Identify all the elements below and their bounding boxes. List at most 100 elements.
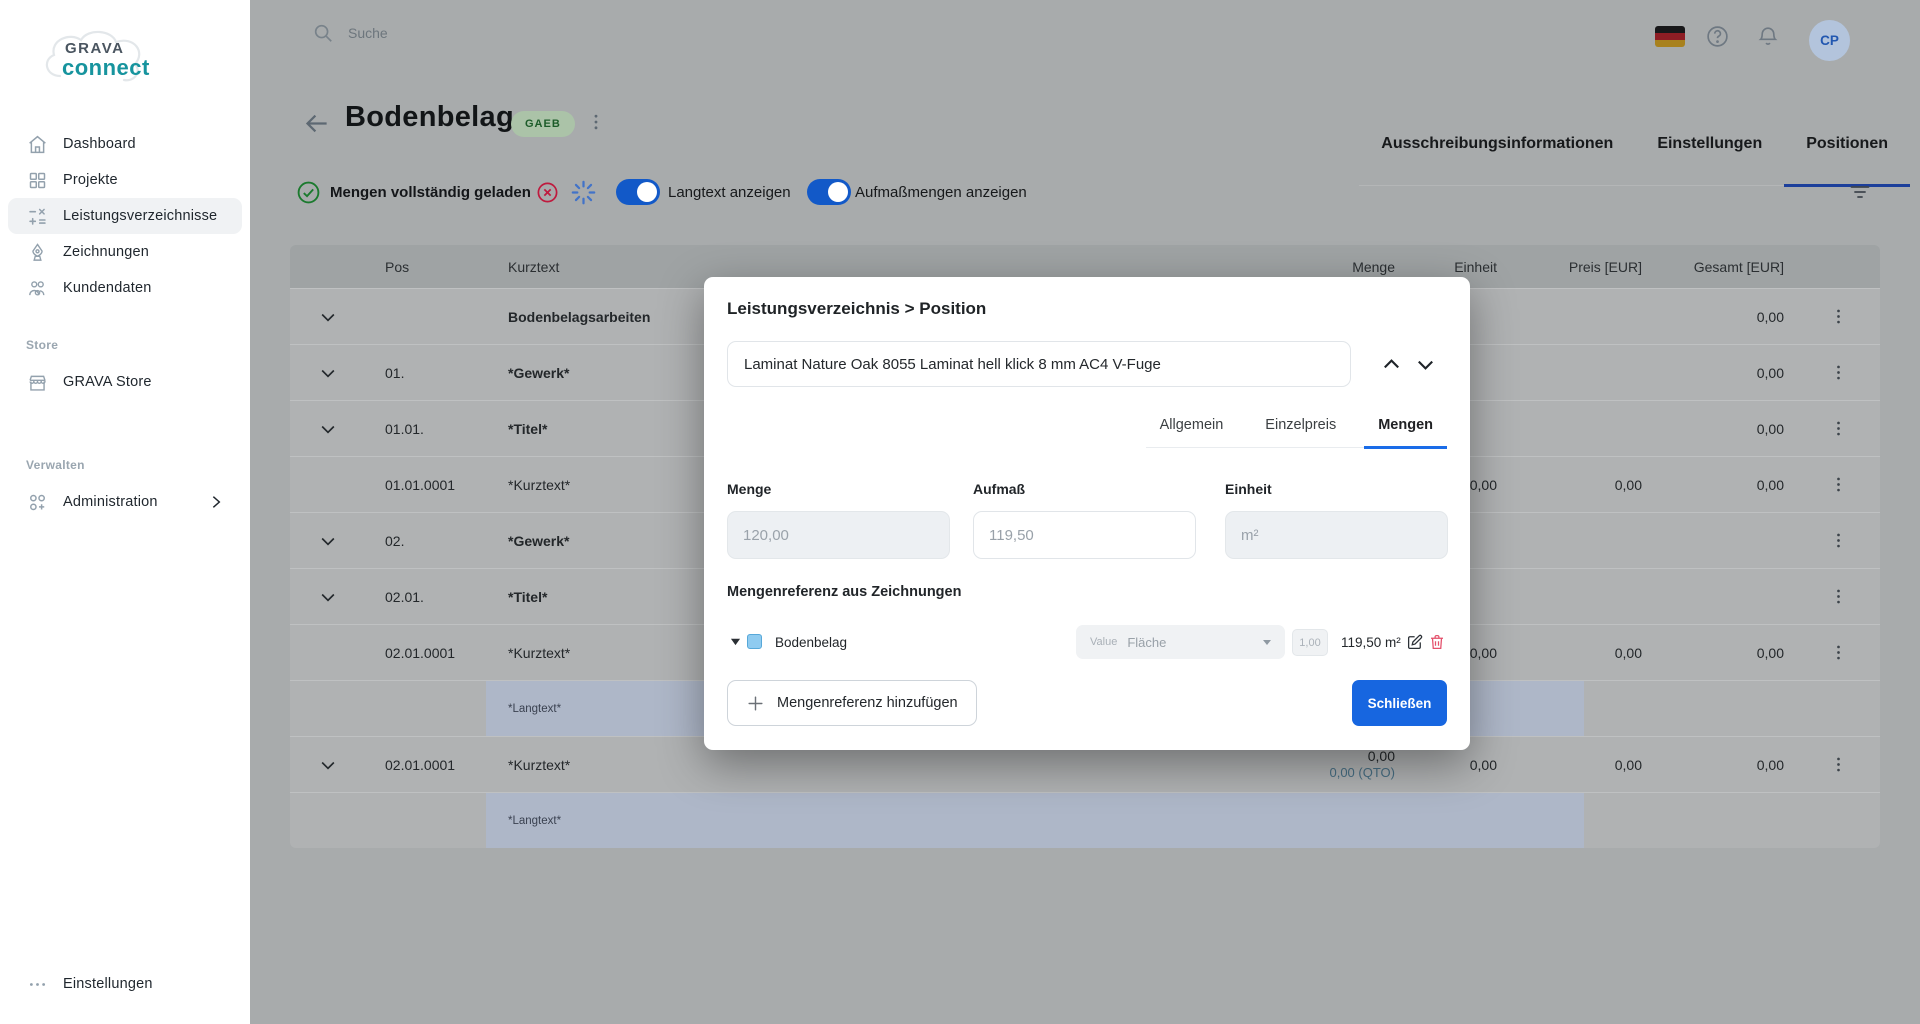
cell-pos: 01.01. — [366, 421, 496, 437]
column-header-gesamt: Gesamt [EUR] — [1654, 259, 1796, 275]
status-bar: Mengen vollständig geladen Langtext anze… — [250, 168, 1920, 216]
expand-caret-icon[interactable] — [730, 636, 741, 647]
grava-connect-logo: GRAVA connect — [38, 26, 168, 92]
cell-menge: 0,000,00 (QTO) — [1180, 747, 1407, 782]
projects-icon — [26, 169, 48, 191]
factor-input — [1292, 629, 1328, 656]
langtext-cell: *Langtext* — [486, 793, 1584, 848]
select-value: Fläche — [1127, 635, 1166, 650]
menge-input — [727, 511, 950, 559]
modal-tab-einzelpreis[interactable]: Einzelpreis — [1251, 417, 1350, 449]
sidebar-item-label: GRAVA Store — [63, 374, 152, 390]
modal-title: Leistungsverzeichnis > Position — [727, 299, 986, 319]
row-menu-button[interactable] — [1829, 755, 1848, 774]
row-expand-icon[interactable] — [318, 307, 338, 327]
cell-kurztext: *Kurztext* — [496, 757, 1180, 773]
edit-icon[interactable] — [1406, 633, 1424, 651]
row-menu-button[interactable] — [1829, 587, 1848, 606]
table-row-langtext: *Langtext* — [290, 792, 1880, 848]
language-flag-german[interactable] — [1655, 26, 1685, 47]
column-header-einheit: Einheit — [1407, 259, 1509, 275]
row-menu-button[interactable] — [1829, 531, 1848, 550]
search-icon — [312, 22, 334, 44]
row-menu-button[interactable] — [1829, 643, 1848, 662]
search-input[interactable] — [346, 24, 666, 42]
row-expand-icon[interactable] — [318, 587, 338, 607]
row-menu-button[interactable] — [1829, 419, 1848, 438]
row-expand-icon[interactable] — [318, 419, 338, 439]
sidebar-nav: Dashboard Projekte Leistungsverzeichnisse Z… — [0, 126, 250, 520]
cell-pos: 02. — [366, 533, 496, 549]
sidebar-item-administration[interactable]: Administration — [8, 484, 242, 520]
column-header-pos: Pos — [366, 259, 496, 275]
help-icon[interactable] — [1705, 24, 1730, 49]
notifications-bell-icon[interactable] — [1756, 24, 1780, 48]
next-position-button[interactable] — [1414, 353, 1437, 376]
cell-preis: 0,00 — [1509, 757, 1654, 773]
sidebar-item-projekte[interactable]: Projekte — [8, 162, 242, 198]
row-expand-icon[interactable] — [318, 363, 338, 383]
sidebar: GRAVA connect Dashboard Projekte Leistungs… — [0, 0, 250, 1024]
cell-preis: 0,00 — [1509, 645, 1654, 661]
reference-result: 119,50 m² — [1341, 635, 1401, 650]
avatar[interactable]: CP — [1809, 20, 1850, 61]
sidebar-item-label: Leistungsverzeichnisse — [63, 208, 217, 224]
sidebar-item-label: Zeichnungen — [63, 244, 149, 260]
previous-position-button[interactable] — [1380, 353, 1403, 376]
cell-gesamt: 0,00 — [1654, 421, 1796, 437]
reference-section-title: Mengenreferenz aus Zeichnungen — [727, 584, 961, 600]
sidebar-item-zeichnungen[interactable]: Zeichnungen — [8, 234, 242, 270]
sidebar-section-store: Store — [26, 338, 250, 352]
modal-tab-mengen[interactable]: Mengen — [1364, 417, 1447, 449]
sidebar-item-grava-store[interactable]: GRAVA Store — [8, 364, 242, 400]
page-menu-button[interactable] — [586, 112, 606, 132]
sidebar-item-label: Kundendaten — [63, 280, 151, 296]
page-title: Bodenbelag — [345, 101, 514, 134]
sidebar-item-einstellungen[interactable]: Einstellungen — [8, 966, 242, 1002]
position-modal: Leistungsverzeichnis > Position Allgemei… — [704, 277, 1470, 750]
sidebar-item-label: Dashboard — [63, 136, 136, 152]
langtext-toggle-label: Langtext anzeigen — [668, 168, 791, 216]
cell-gesamt: 0,00 — [1654, 757, 1796, 773]
position-title-input[interactable] — [727, 341, 1351, 387]
filter-icon[interactable] — [1848, 168, 1872, 216]
sidebar-item-label: Projekte — [63, 172, 118, 188]
cell-gesamt: 0,00 — [1654, 477, 1796, 493]
modal-tab-allgemein[interactable]: Allgemein — [1146, 417, 1238, 449]
row-menu-button[interactable] — [1829, 307, 1848, 326]
row-expand-icon[interactable] — [318, 755, 338, 775]
sidebar-item-dashboard[interactable]: Dashboard — [8, 126, 242, 162]
close-button[interactable]: Schließen — [1352, 680, 1447, 726]
row-expand-icon[interactable] — [318, 531, 338, 551]
add-reference-button[interactable]: Mengenreferenz hinzufügen — [727, 680, 977, 726]
logo-text-connect: connect — [62, 55, 150, 81]
calculations-icon — [26, 205, 48, 227]
cell-pos: 02.01. — [366, 589, 496, 605]
delete-trash-icon[interactable] — [1428, 633, 1446, 651]
cell-preis: 0,00 — [1509, 477, 1654, 493]
select-label: Value — [1090, 636, 1117, 648]
row-menu-button[interactable] — [1829, 363, 1848, 382]
column-header-kurztext: Kurztext — [496, 259, 1180, 275]
status-message: Mengen vollständig geladen — [330, 168, 531, 216]
dropdown-caret-icon — [1261, 636, 1273, 648]
cell-gesamt: 0,00 — [1654, 309, 1796, 325]
ellipsis-icon — [26, 973, 48, 995]
langtext-toggle[interactable] — [616, 179, 660, 205]
customers-icon — [26, 277, 48, 299]
back-button[interactable] — [303, 110, 330, 137]
row-menu-button[interactable] — [1829, 475, 1848, 494]
aufmassmengen-toggle[interactable] — [807, 179, 851, 205]
aufmass-label: Aufmaß — [973, 481, 1025, 497]
sidebar-item-kundendaten[interactable]: Kundendaten — [8, 270, 242, 306]
sidebar-section-verwalten: Verwalten — [26, 458, 250, 472]
plus-icon — [746, 694, 765, 713]
column-header-menge: Menge — [1180, 259, 1407, 275]
search-bar — [312, 22, 666, 44]
aufmass-input[interactable] — [973, 511, 1196, 559]
drawings-icon — [26, 241, 48, 263]
cancel-circle-icon[interactable] — [536, 168, 559, 216]
column-header-preis: Preis [EUR] — [1509, 259, 1654, 275]
add-reference-label: Mengenreferenz hinzufügen — [777, 695, 958, 711]
sidebar-item-leistungsverzeichnisse[interactable]: Leistungsverzeichnisse — [8, 198, 242, 234]
